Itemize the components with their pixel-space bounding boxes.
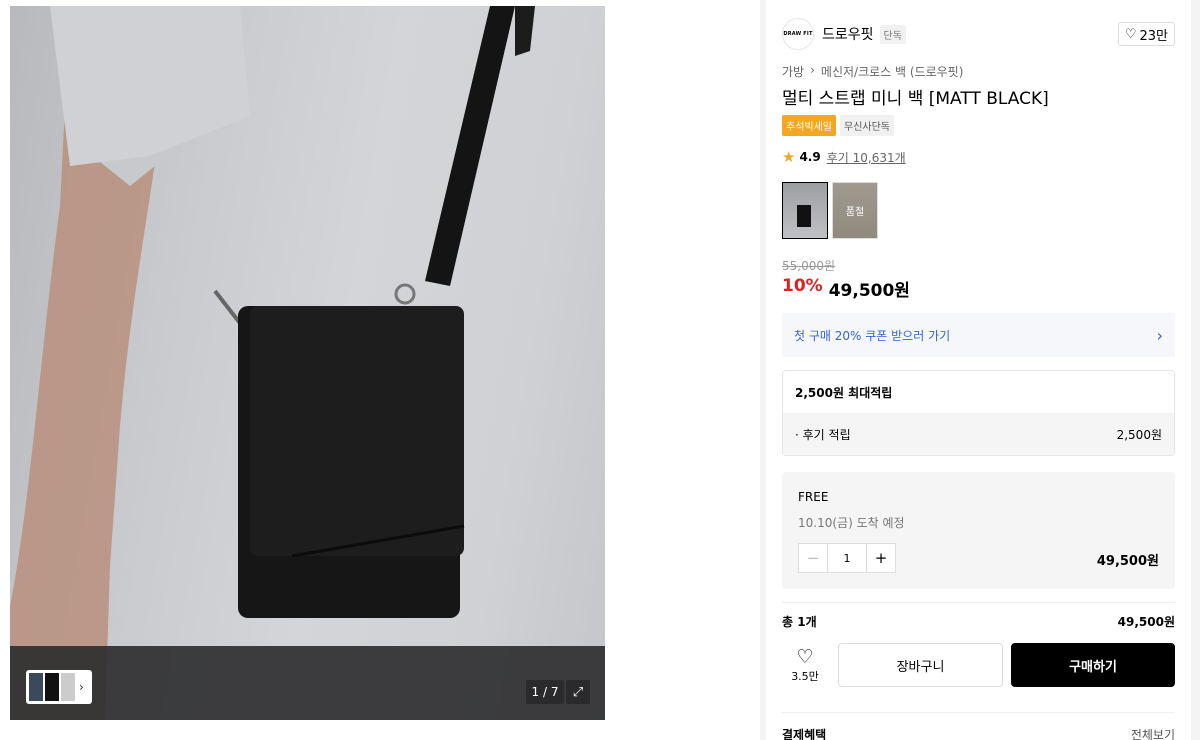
sale-price: 49,500원	[828, 281, 910, 301]
like-count: 3.5만	[791, 669, 819, 683]
breadcrumb-category[interactable]: 가방	[782, 63, 804, 80]
chevron-right-icon: ›	[810, 63, 815, 77]
sale-tag: 추석빅세일	[782, 115, 836, 136]
thumbnail-strip[interactable]: ›	[26, 670, 92, 704]
product-tags: 추석빅세일 무신사단독	[782, 115, 894, 136]
buy-now-button[interactable]: 구매하기	[1011, 643, 1175, 687]
color-options: 품절	[782, 182, 878, 239]
color-option-black[interactable]	[782, 182, 828, 239]
image-pager: 1 / 7	[526, 680, 564, 704]
heart-icon: ♡	[796, 645, 814, 668]
breadcrumb: 가방 › 메신저/크로스 백 (드로우핏)	[782, 63, 963, 80]
increase-quantity-button[interactable]: +	[866, 544, 895, 572]
coupon-text: 첫 구매 20% 쿠폰 받으러 가기	[794, 328, 951, 343]
points-title: 2,500원 최대적립	[795, 385, 893, 400]
photo-illustration	[10, 6, 605, 720]
points-row-value: 2,500원	[1116, 427, 1162, 442]
delivery-estimate: 10.10(금) 도착 예정	[798, 516, 905, 530]
option-subtotal: 49,500원	[1096, 554, 1159, 569]
discount-rate: 10%	[782, 276, 823, 296]
rating-score: 4.9	[799, 150, 821, 164]
divider	[782, 602, 1175, 603]
expand-icon[interactable]: ⤢	[566, 680, 590, 704]
selected-option-box: FREE 10.10(금) 도착 예정 − 1 + 49,500원	[782, 472, 1175, 589]
panel-gutter	[1191, 0, 1200, 740]
product-info-panel: DRAW FIT 드로우핏 단독 ♡ 23만 가방 › 메신저/크로스 백 (드…	[766, 6, 1191, 740]
decrease-quantity-button[interactable]: −	[799, 544, 828, 572]
review-count-link[interactable]: 후기 10,631개	[827, 149, 906, 166]
product-title: 멀티 스트랩 미니 백 [MATT BLACK]	[782, 89, 1049, 109]
product-main-image[interactable]: › 1 / 7 ⤢	[10, 6, 605, 720]
like-button[interactable]: ♡ 3.5만	[782, 647, 828, 684]
coupon-banner[interactable]: 첫 구매 20% 쿠폰 받으러 가기 ›	[782, 313, 1175, 357]
color-option-soldout[interactable]: 품절	[832, 182, 878, 239]
divider	[782, 712, 1175, 713]
payment-benefit-label: 결제혜택	[782, 728, 827, 740]
chevron-right-icon[interactable]: ›	[79, 680, 84, 694]
bag-image	[797, 205, 811, 227]
purchase-actions: ♡ 3.5만 장바구니 구매하기	[782, 643, 1175, 687]
star-icon: ★	[782, 148, 796, 166]
points-box: 2,500원 최대적립 · 후기 적립 2,500원	[782, 370, 1175, 456]
heart-icon: ♡	[1124, 26, 1137, 42]
quantity-stepper: − 1 +	[798, 543, 896, 573]
brand-name[interactable]: 드로우핏	[822, 24, 874, 44]
thumbnail-image[interactable]	[29, 673, 43, 701]
total-label: 총 1개	[782, 615, 817, 629]
chevron-right-icon: ›	[1156, 325, 1163, 345]
option-name: FREE	[798, 490, 829, 504]
total-row: 총 1개 49,500원	[782, 613, 1175, 630]
exclusive-tag: 무신사단독	[840, 115, 894, 136]
price-row: 10% 49,500원	[782, 276, 910, 301]
quantity-value[interactable]: 1	[828, 552, 866, 565]
points-row-label: · 후기 적립	[795, 427, 851, 442]
rating-summary: ★ 4.9 후기 10,631개	[782, 148, 906, 166]
brand-like-count: 23만	[1139, 28, 1168, 44]
thumbnail-image[interactable]	[45, 673, 59, 701]
brand-header: DRAW FIT 드로우핏 단독 ♡ 23만	[782, 18, 1175, 50]
soldout-label: 품절	[833, 183, 877, 238]
total-amount: 49,500원	[1117, 615, 1175, 629]
exclusive-badge: 단독	[879, 24, 906, 44]
breadcrumb-subcategory[interactable]: 메신저/크로스 백 (드로우핏)	[821, 63, 963, 80]
thumbnail-image[interactable]	[61, 673, 75, 701]
payment-benefit-row: 결제혜택 전체보기	[782, 726, 1175, 740]
points-row: · 후기 적립 2,500원	[783, 413, 1174, 455]
brand-logo[interactable]: DRAW FIT	[782, 18, 814, 50]
view-all-link[interactable]: 전체보기	[1131, 726, 1175, 740]
brand-like-button[interactable]: ♡ 23만	[1117, 22, 1175, 46]
add-to-cart-button[interactable]: 장바구니	[838, 643, 1003, 687]
original-price: 55,000원	[782, 259, 836, 273]
